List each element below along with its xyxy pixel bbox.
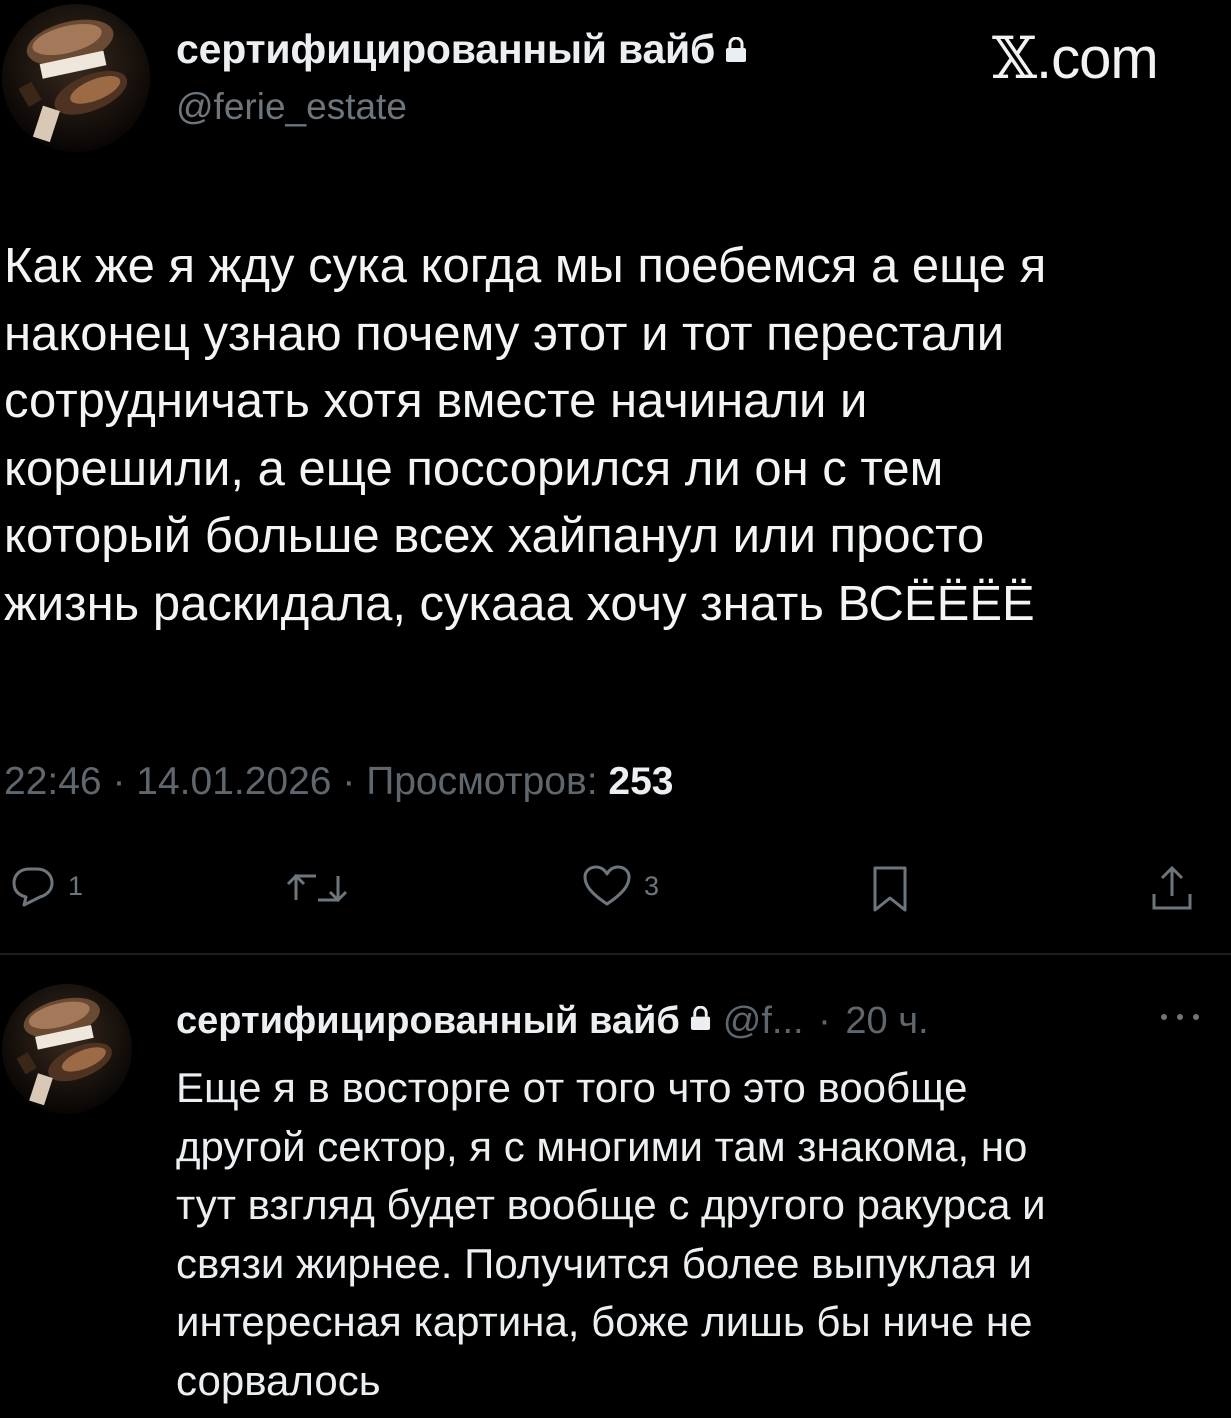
lock-icon (725, 26, 747, 73)
more-dots-icon (1161, 1014, 1199, 1020)
reply-text: Еще я в восторге от того что это вообще … (176, 1059, 1226, 1411)
reply-text-line: Еще я в восторге от того что это вообще (176, 1064, 968, 1111)
reply-author-name[interactable]: сертифицированный вайб (176, 1000, 680, 1042)
tweet-text-line: Как же я жду сука когда мы поебемся а ещ… (4, 239, 1047, 293)
reply-handle[interactable]: @f... (723, 1000, 804, 1042)
bookmark-button[interactable] (870, 864, 910, 914)
tweet-time[interactable]: 22:46 (4, 760, 102, 803)
x-logo-icon: 𝕏 (992, 24, 1037, 92)
reply-text-line: связи жирнее. Получится более выпуклая и (176, 1239, 1032, 1287)
retweet-button[interactable] (282, 866, 352, 910)
tweet-text-line: который больше всех хайпанул или просто (4, 509, 985, 563)
more-options-button[interactable] (1156, 1010, 1206, 1028)
reply-text-line: тут взгляд будет вообще с другого ракурс… (176, 1181, 1046, 1229)
tweet-text-line: корешили, а еще поссорился ли он с тем (4, 441, 944, 496)
tweet-text-line: жизнь раскидала, сукааа хочу знать ВСЁЁЁ… (4, 576, 1035, 631)
meta-separator: · (818, 1000, 831, 1042)
meta-separator: · (342, 760, 356, 803)
reply-text-line: другой сектор, я с многими там знакома, … (176, 1122, 1028, 1170)
tweet-divider (0, 953, 1231, 955)
reply-time[interactable]: 20 ч. (845, 1000, 928, 1042)
lock-icon (690, 998, 711, 1041)
like-button[interactable]: 3 (582, 864, 659, 908)
avatar-image (2, 984, 132, 1114)
author-handle[interactable]: @ferie_estate (176, 86, 407, 128)
share-icon (1152, 865, 1192, 910)
share-button[interactable] (1150, 864, 1194, 914)
reply-bubble-icon (12, 867, 54, 907)
author-name-text: сертифицированный вайб (176, 26, 716, 72)
watermark-suffix: .com (1036, 26, 1159, 91)
views-count: 253 (608, 760, 674, 803)
reply-count: 1 (68, 870, 84, 901)
xcom-watermark: 𝕏.com (992, 24, 1159, 92)
avatar-image (2, 4, 150, 152)
tweet-text-line: сотрудничать хотя вместе начинали и (4, 374, 868, 428)
tweet-meta: 22:46 · 14.01.2026 · Просмотров: 253 (4, 760, 673, 804)
meta-separator: · (112, 760, 126, 803)
tweet-date[interactable]: 14.01.2026 (136, 760, 331, 803)
reply-text-line: сорвалось (176, 1356, 381, 1404)
reply-header: сертифицированный вайб @f... · 20 ч. (176, 1000, 929, 1043)
author-avatar[interactable] (2, 4, 150, 152)
tweet-text: Как же я жду сука когда мы поебемся а ещ… (4, 233, 1226, 638)
reply-text-line: интересная картина, боже лишь бы ниче не (176, 1298, 1033, 1346)
author-name[interactable]: сертифицированный вайб (176, 26, 747, 73)
retweet-icon (286, 873, 348, 903)
reply-author-avatar[interactable] (2, 984, 132, 1114)
like-count: 3 (644, 870, 660, 901)
reply-button[interactable]: 1 (10, 864, 83, 908)
views-label: Просмотров: (366, 760, 598, 803)
heart-icon (583, 865, 631, 906)
bookmark-icon (873, 866, 907, 912)
tweet-text-line: наконец узнаю почему этот и тот перестал… (4, 306, 1005, 361)
